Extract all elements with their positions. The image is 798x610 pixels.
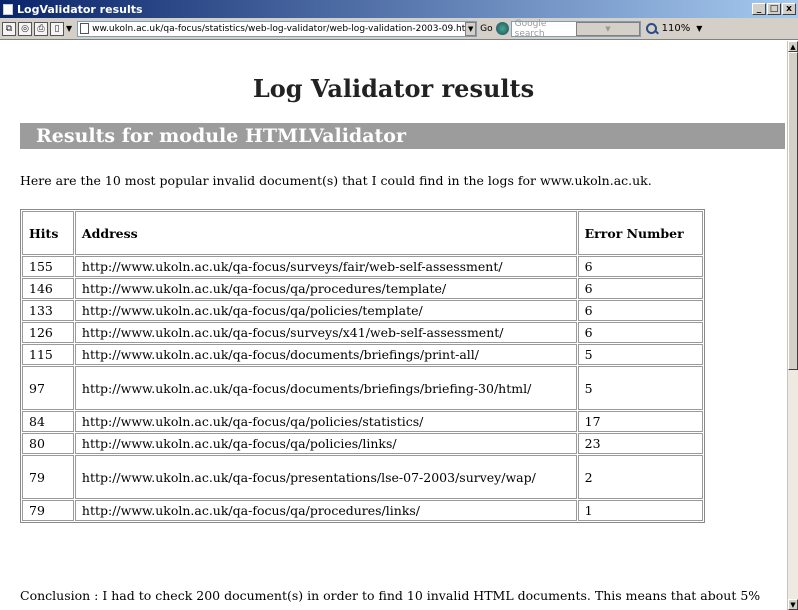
- hits-cell: 133: [22, 300, 74, 321]
- page-menu-arrow-icon[interactable]: ▼: [66, 24, 72, 33]
- table-row: 133 http://www.ukoln.ac.uk/qa-focus/qa/p…: [22, 300, 703, 321]
- scroll-up-arrow-icon[interactable]: ▲: [788, 41, 798, 52]
- address-column-header: Address: [74, 211, 577, 255]
- results-table: Hits Address Error Number 155 http://www…: [20, 209, 705, 523]
- search-placeholder: Google search: [514, 18, 547, 39]
- table-row: 97 http://www.ukoln.ac.uk/qa-focus/docum…: [22, 366, 703, 410]
- error-number-cell: 2: [577, 455, 703, 499]
- page-content: Log Validator results Results for module…: [0, 41, 787, 610]
- zoom-dropdown-icon[interactable]: ▼: [696, 24, 702, 33]
- google-search-icon[interactable]: [495, 22, 509, 35]
- hits-cell: 97: [22, 366, 74, 410]
- hits-cell: 79: [22, 500, 74, 521]
- hits-column-header: Hits: [22, 211, 74, 255]
- hits-cell: 80: [22, 433, 74, 454]
- error-number-cell: 6: [577, 278, 703, 299]
- address-cell: http://www.ukoln.ac.uk/qa-focus/qa/polic…: [74, 411, 577, 432]
- zoom-level[interactable]: 110%: [662, 23, 691, 34]
- page-icon[interactable]: ▯: [50, 21, 64, 36]
- address-cell: http://www.ukoln.ac.uk/qa-focus/qa/polic…: [74, 433, 577, 454]
- hits-cell: 146: [22, 278, 74, 299]
- error-number-cell: 23: [577, 433, 703, 454]
- search-input[interactable]: Google search ▼: [510, 18, 641, 39]
- hits-cell: 115: [22, 344, 74, 365]
- error-number-cell: 5: [577, 344, 703, 365]
- address-cell: http://www.ukoln.ac.uk/qa-focus/presenta…: [74, 455, 577, 499]
- hits-cell: 84: [22, 411, 74, 432]
- title-bar: LogValidator results _ □ x: [0, 0, 798, 18]
- print-icon[interactable]: ⎙: [34, 21, 48, 36]
- table-row: 84 http://www.ukoln.ac.uk/qa-focus/qa/po…: [22, 411, 703, 432]
- intro-text: Here are the 10 most popular invalid doc…: [20, 173, 652, 188]
- close-button[interactable]: x: [782, 3, 796, 15]
- table-row: 79 http://www.ukoln.ac.uk/qa-focus/qa/pr…: [22, 500, 703, 521]
- module-heading: Results for module HTMLValidator: [20, 123, 785, 149]
- address-dropdown-icon[interactable]: ▼: [465, 21, 477, 36]
- table-row: 79 http://www.ukoln.ac.uk/qa-focus/prese…: [22, 455, 703, 499]
- address-cell: http://www.ukoln.ac.uk/qa-focus/qa/proce…: [74, 500, 577, 521]
- app-icon: [3, 3, 13, 15]
- table-header-row: Hits Address Error Number: [22, 211, 703, 255]
- window-controls: _ □ x: [752, 3, 796, 15]
- table-row: 126 http://www.ukoln.ac.uk/qa-focus/surv…: [22, 322, 703, 343]
- address-cell: http://www.ukoln.ac.uk/qa-focus/document…: [74, 344, 577, 365]
- scroll-down-arrow-icon[interactable]: ▼: [788, 599, 798, 610]
- error-number-cell: 1: [577, 500, 703, 521]
- hits-cell: 155: [22, 256, 74, 277]
- error-number-cell: 17: [577, 411, 703, 432]
- scrollbar-thumb[interactable]: [788, 52, 798, 370]
- address-cell: http://www.ukoln.ac.uk/qa-focus/surveys/…: [74, 256, 577, 277]
- url-text[interactable]: ww.ukoln.ac.uk/qa-focus/statistics/web-l…: [92, 24, 465, 34]
- open-new-window-icon[interactable]: ⧉: [2, 21, 16, 36]
- conclusion-text: Conclusion : I had to check 200 document…: [20, 588, 761, 610]
- search-dropdown-icon[interactable]: ▼: [576, 21, 640, 36]
- error-number-cell: 5: [577, 366, 703, 410]
- hits-cell: 126: [22, 322, 74, 343]
- error-number-cell: 6: [577, 256, 703, 277]
- error-number-column-header: Error Number: [577, 211, 703, 255]
- vertical-scrollbar[interactable]: ▲ ▼: [787, 41, 798, 610]
- table-row: 155 http://www.ukoln.ac.uk/qa-focus/surv…: [22, 256, 703, 277]
- maximize-button[interactable]: □: [767, 3, 781, 15]
- browser-toolbar: ⧉ ◎ ⎙ ▯ ▼ ww.ukoln.ac.uk/qa-focus/statis…: [0, 18, 798, 40]
- screenshot-icon[interactable]: ◎: [18, 21, 32, 36]
- page-title: Log Validator results: [252, 74, 535, 103]
- table-row: 146 http://www.ukoln.ac.uk/qa-focus/qa/p…: [22, 278, 703, 299]
- table-row: 80 http://www.ukoln.ac.uk/qa-focus/qa/po…: [22, 433, 703, 454]
- table-row: 115 http://www.ukoln.ac.uk/qa-focus/docu…: [22, 344, 703, 365]
- address-cell: http://www.ukoln.ac.uk/qa-focus/qa/proce…: [74, 278, 577, 299]
- address-bar[interactable]: ww.ukoln.ac.uk/qa-focus/statistics/web-l…: [77, 20, 478, 37]
- error-number-cell: 6: [577, 300, 703, 321]
- zoom-magnifier-icon[interactable]: [645, 22, 658, 35]
- hits-cell: 79: [22, 455, 74, 499]
- page-favicon-icon: [80, 23, 90, 34]
- go-button[interactable]: Go: [480, 24, 492, 34]
- address-cell: http://www.ukoln.ac.uk/qa-focus/document…: [74, 366, 577, 410]
- address-cell: http://www.ukoln.ac.uk/qa-focus/qa/polic…: [74, 300, 577, 321]
- address-cell: http://www.ukoln.ac.uk/qa-focus/surveys/…: [74, 322, 577, 343]
- minimize-button[interactable]: _: [752, 3, 766, 15]
- error-number-cell: 6: [577, 322, 703, 343]
- window-title: LogValidator results: [17, 2, 143, 16]
